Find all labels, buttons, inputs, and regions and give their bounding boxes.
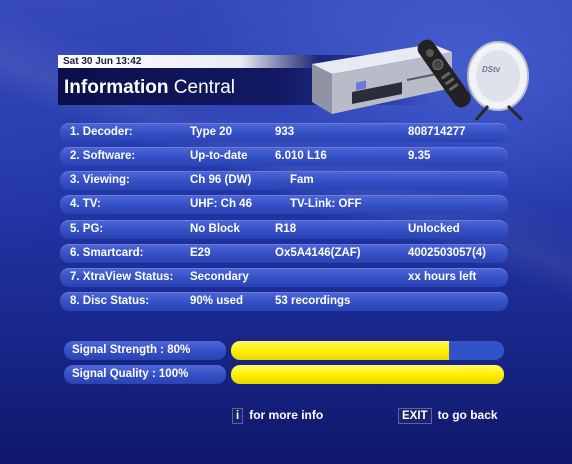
row-value-2: TV-Link: OFF [290,198,362,210]
exit-text: to go back [437,408,498,422]
signal-strength-label: Signal Strength : 80% [64,341,226,360]
row-value-1: Up-to-date [190,150,248,162]
exit-hint[interactable]: EXIT to go back [398,408,498,424]
row-value-3: 808714277 [408,126,466,138]
row-value-2: 933 [275,126,295,138]
row-value-1: Type 20 [190,126,232,138]
row-value-2: 6.010 L16 [275,150,327,162]
row-value-1: UHF: Ch 46 [190,198,252,210]
info-row-decoder[interactable]: 1. Decoder: Type 20 933 808714277 [60,123,508,142]
info-row-disc[interactable]: 8. Disc Status: 90% used 53 recordings [60,292,508,311]
row-label: 5. PG: [70,223,104,235]
signal-quality-bar [231,365,504,384]
row-label: 2. Software: [70,150,136,162]
signal-strength-fill [231,341,450,360]
row-label: 6. Smartcard: [70,247,144,259]
page-title-rest: Central [168,77,236,98]
page-title: Information Central [64,76,235,100]
row-value-2: R18 [275,223,297,235]
info-row-smartcard[interactable]: 6. Smartcard: E29 Ox5A4146(ZAF) 40025030… [60,244,508,263]
info-key-icon: i [232,408,244,424]
signal-strength-bar [231,341,504,360]
info-row-software[interactable]: 2. Software: Up-to-date 6.010 L16 9.35 [60,147,508,166]
row-value-1: E29 [190,247,211,259]
dish-logo: DStv [482,65,501,74]
decoder-dish-remote-image: DStv [312,39,529,122]
row-value-3: 4002503057(4) [408,247,487,259]
row-value-1: Secondary [190,271,249,283]
row-label: 8. Disc Status: [70,295,150,307]
row-label: 4. TV: [70,198,101,210]
info-row-viewing[interactable]: 3. Viewing: Ch 96 (DW) Fam [60,171,508,190]
row-value-2: Ox5A4146(ZAF) [275,247,361,259]
status-datetime: Sat 30 Jun 13:42 [58,55,319,68]
page-title-bold: Information [64,77,169,98]
row-value-1: Ch 96 (DW) [190,174,252,186]
row-value-3: 9.35 [408,150,431,162]
row-value-2: Fam [290,174,314,186]
more-info-text: for more info [249,408,324,422]
row-value-3: xx hours left [408,271,477,283]
signal-quality-label: Signal Quality : 100% [64,365,226,384]
satellite-dish-icon: DStv [467,41,529,122]
signal-quality-fill [231,365,504,384]
row-value-1: No Block [190,223,240,235]
row-value-3: Unlocked [408,223,460,235]
info-row-xtraview[interactable]: 7. XtraView Status: Secondary xx hours l… [60,268,508,287]
row-value-1: 90% used [190,295,244,307]
exit-key-icon: EXIT [398,408,432,424]
info-row-pg[interactable]: 5. PG: No Block R18 Unlocked [60,220,508,239]
row-label: 3. Viewing: [70,174,130,186]
info-screen: Sat 30 Jun 13:42 Information Central DSt… [0,0,572,464]
row-value-2: 53 recordings [275,295,351,307]
more-info-hint[interactable]: i for more info [232,408,323,424]
row-label: 7. XtraView Status: [70,271,174,283]
row-label: 1. Decoder: [70,126,133,138]
info-row-tv[interactable]: 4. TV: UHF: Ch 46 TV-Link: OFF [60,195,508,214]
